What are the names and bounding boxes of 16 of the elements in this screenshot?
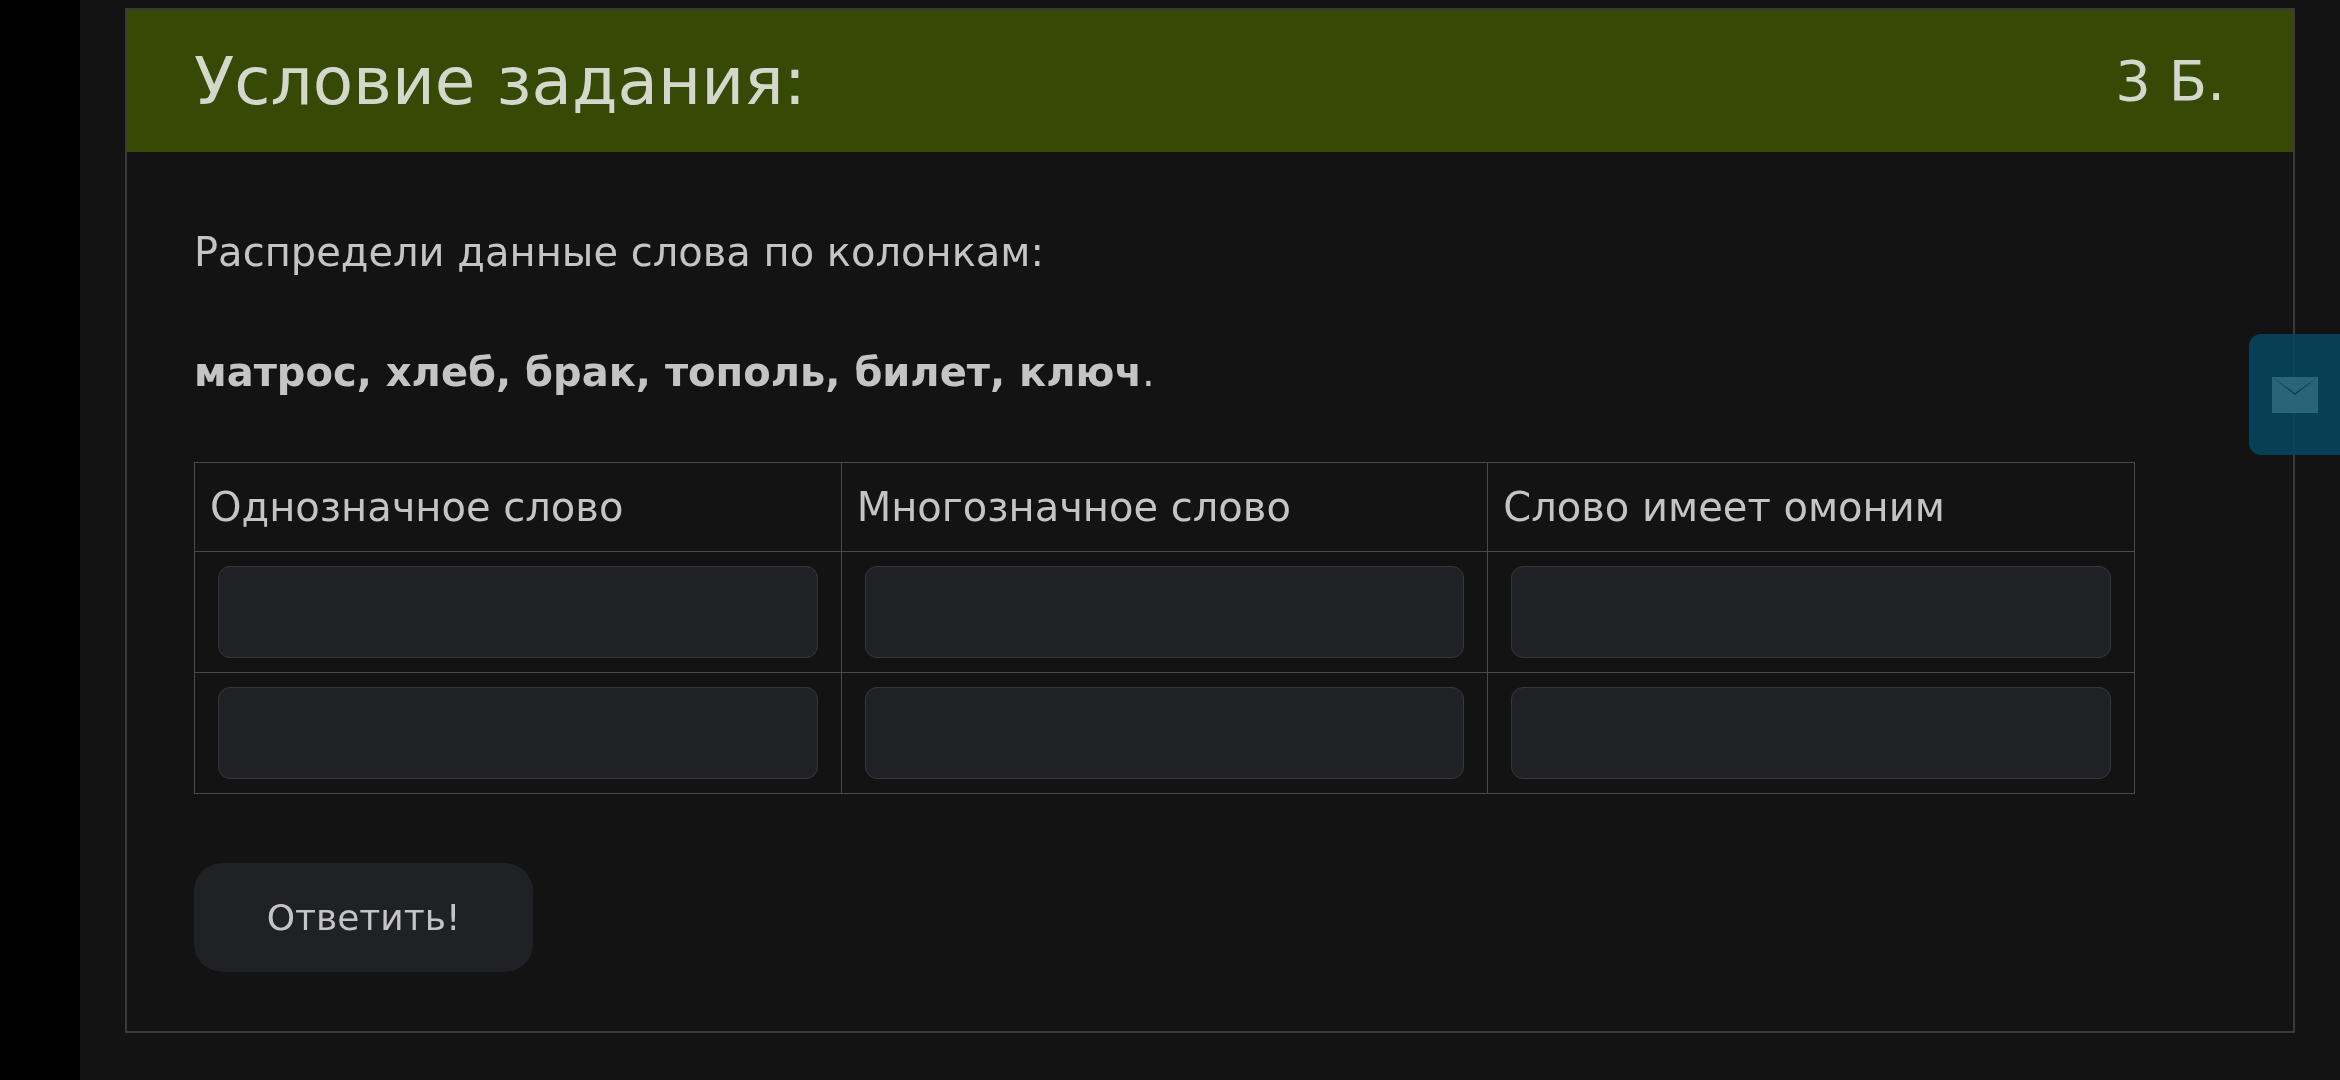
instruction-text: Распредели данные слова по колонкам:	[194, 228, 1045, 277]
word-list: матрос, хлеб, брак, тополь, билет, ключ.	[194, 344, 1155, 400]
answer-field[interactable]	[218, 687, 818, 779]
answer-field[interactable]	[864, 687, 1465, 779]
answer-field[interactable]	[218, 566, 818, 658]
column-header: Однозначное слово	[194, 462, 842, 552]
task-title: Условие задания:	[194, 41, 807, 122]
envelope-icon	[2271, 376, 2318, 413]
answer-field[interactable]	[1511, 566, 2111, 658]
task-points: 3 Б.	[2115, 47, 2225, 115]
answer-field[interactable]	[1511, 687, 2111, 779]
submit-button[interactable]: Ответить!	[194, 863, 533, 972]
column-header: Слово имеет омоним	[1487, 462, 2135, 552]
feedback-tab[interactable]	[2249, 334, 2340, 455]
column-header: Многозначное слово	[841, 462, 1488, 552]
answer-field[interactable]	[864, 566, 1465, 658]
